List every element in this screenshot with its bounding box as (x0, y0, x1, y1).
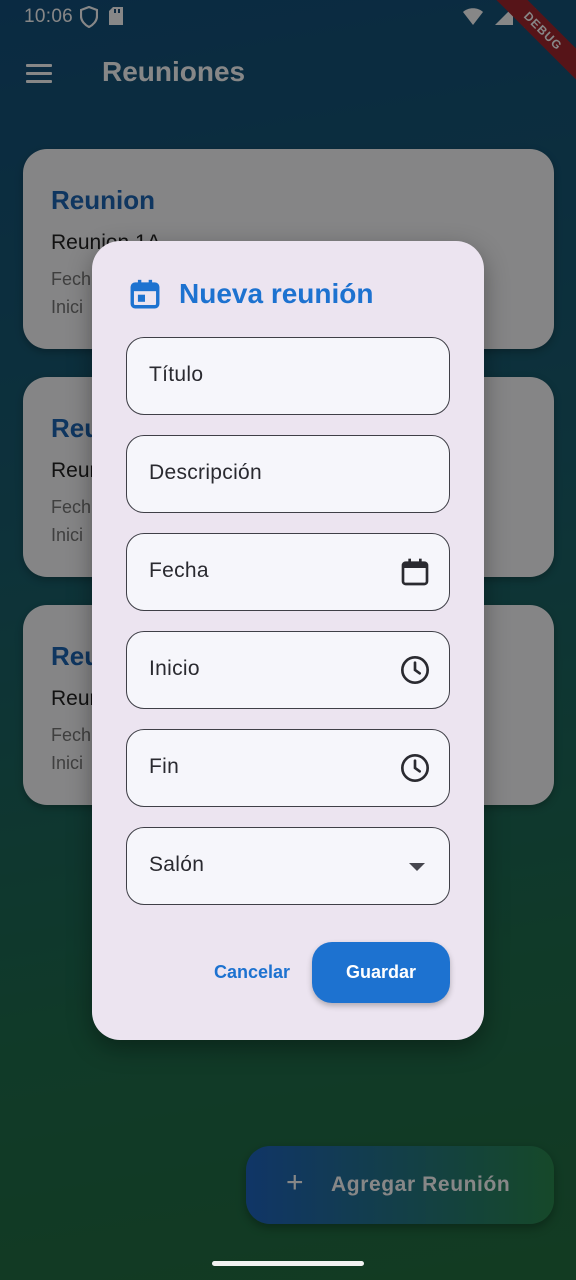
cancel-button[interactable]: Cancelar (196, 942, 308, 1002)
new-meeting-dialog: Nueva reunión Título Descripción Fecha I… (92, 241, 484, 1040)
dropdown-arrow-icon (409, 863, 425, 871)
calendar-icon[interactable] (399, 556, 431, 588)
room-select[interactable]: Salón (126, 827, 450, 905)
home-indicator[interactable] (212, 1261, 364, 1266)
start-time-field[interactable]: Inicio (126, 631, 450, 709)
calendar-icon (130, 279, 160, 309)
date-field-label: Fecha (149, 559, 209, 582)
save-button[interactable]: Guardar (312, 942, 450, 1003)
clock-icon[interactable] (399, 752, 431, 784)
clock-icon[interactable] (399, 654, 431, 686)
dialog-title: Nueva reunión (179, 278, 374, 309)
end-time-field-label: Fin (149, 755, 180, 778)
date-field[interactable]: Fecha (126, 533, 450, 611)
description-field-label: Descripción (149, 461, 263, 484)
end-time-field[interactable]: Fin (126, 729, 450, 807)
title-field-label: Título (149, 363, 204, 386)
description-field[interactable]: Descripción (126, 435, 450, 513)
start-time-field-label: Inicio (149, 657, 200, 680)
room-select-label: Salón (149, 853, 205, 876)
title-field[interactable]: Título (126, 337, 450, 415)
